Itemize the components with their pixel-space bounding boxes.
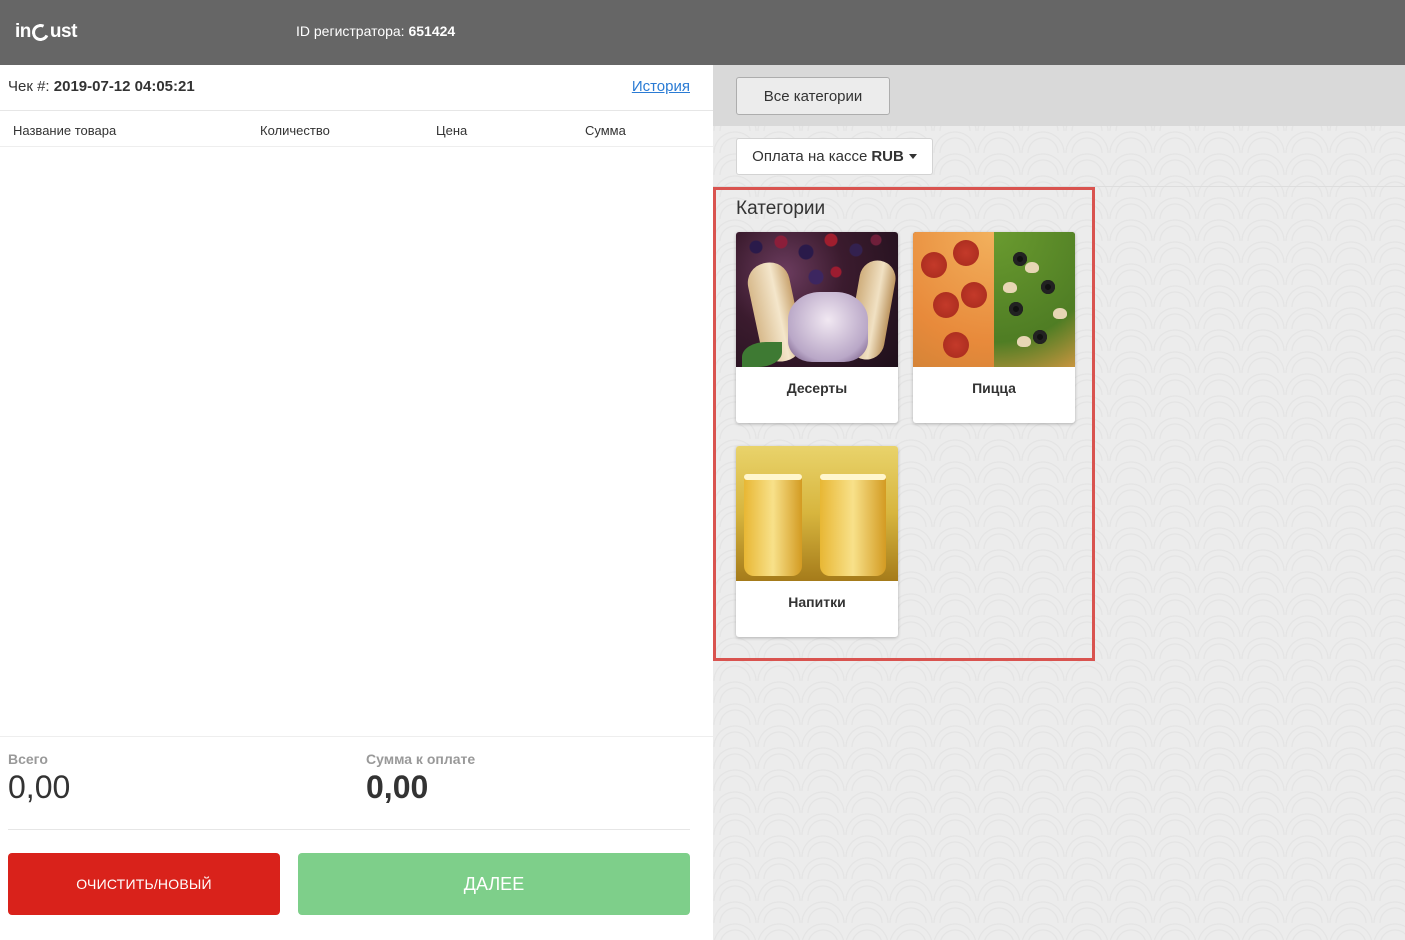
category-toolbar: Все категории [713,65,1405,126]
total-value: 0,00 [8,769,71,805]
amount-due-label: Сумма к оплате [366,751,476,767]
actions-divider [8,829,690,830]
receipt-number: Чек #: 2019-07-12 04:05:21 [8,78,195,95]
pizza-image [913,232,1075,367]
catalog-panel: Все категории Оплата на кассе RUB Катего… [713,65,1405,940]
table-header-divider [0,146,713,147]
top-header: in ust ID регистратора: 651424 [0,0,1405,65]
column-header-quantity: Количество [260,123,330,138]
receipt-panel: Чек #: 2019-07-12 04:05:21 История Назва… [0,65,713,940]
column-header-sum: Сумма [585,123,626,138]
receipt-number-value: 2019-07-12 04:05:21 [53,78,195,95]
payment-method-dropdown[interactable]: Оплата на кассе RUB [736,138,933,175]
registrator-id: ID регистратора: 651424 [296,23,455,39]
payment-currency: RUB [871,148,904,165]
receipt-number-label: Чек #: [8,78,50,95]
category-name: Напитки [788,594,846,610]
registrator-id-value: 651424 [408,23,456,39]
history-link[interactable]: История [632,78,690,95]
category-card-drinks[interactable]: Напитки [736,446,898,637]
category-card-desserts[interactable]: Десерты [736,232,898,423]
payment-method-label: Оплата на кассе [752,148,868,165]
category-card-pizza[interactable]: Пицца [913,232,1075,423]
amount-due-value: 0,00 [366,769,429,805]
column-header-price: Цена [436,123,468,138]
desserts-image [736,232,898,367]
incust-logo[interactable]: in ust [15,18,77,46]
category-name: Десерты [786,380,848,396]
receipt-header: Чек #: 2019-07-12 04:05:21 История [0,65,713,111]
column-header-name: Название товара [13,123,117,138]
category-name: Пицца [972,380,1016,396]
next-button[interactable]: ДАЛЕЕ [298,853,690,915]
all-categories-button[interactable]: Все категории [736,77,890,115]
registrator-id-label: ID регистратора: [296,23,405,39]
total-label: Всего [8,751,48,767]
caret-down-icon [908,154,917,159]
logo-c-icon [29,21,52,43]
categories-title: Категории [736,198,826,219]
clear-new-button[interactable]: ОЧИСТИТЬ/НОВЫЙ [8,853,280,915]
totals-divider [0,736,713,737]
drinks-image [736,446,898,581]
